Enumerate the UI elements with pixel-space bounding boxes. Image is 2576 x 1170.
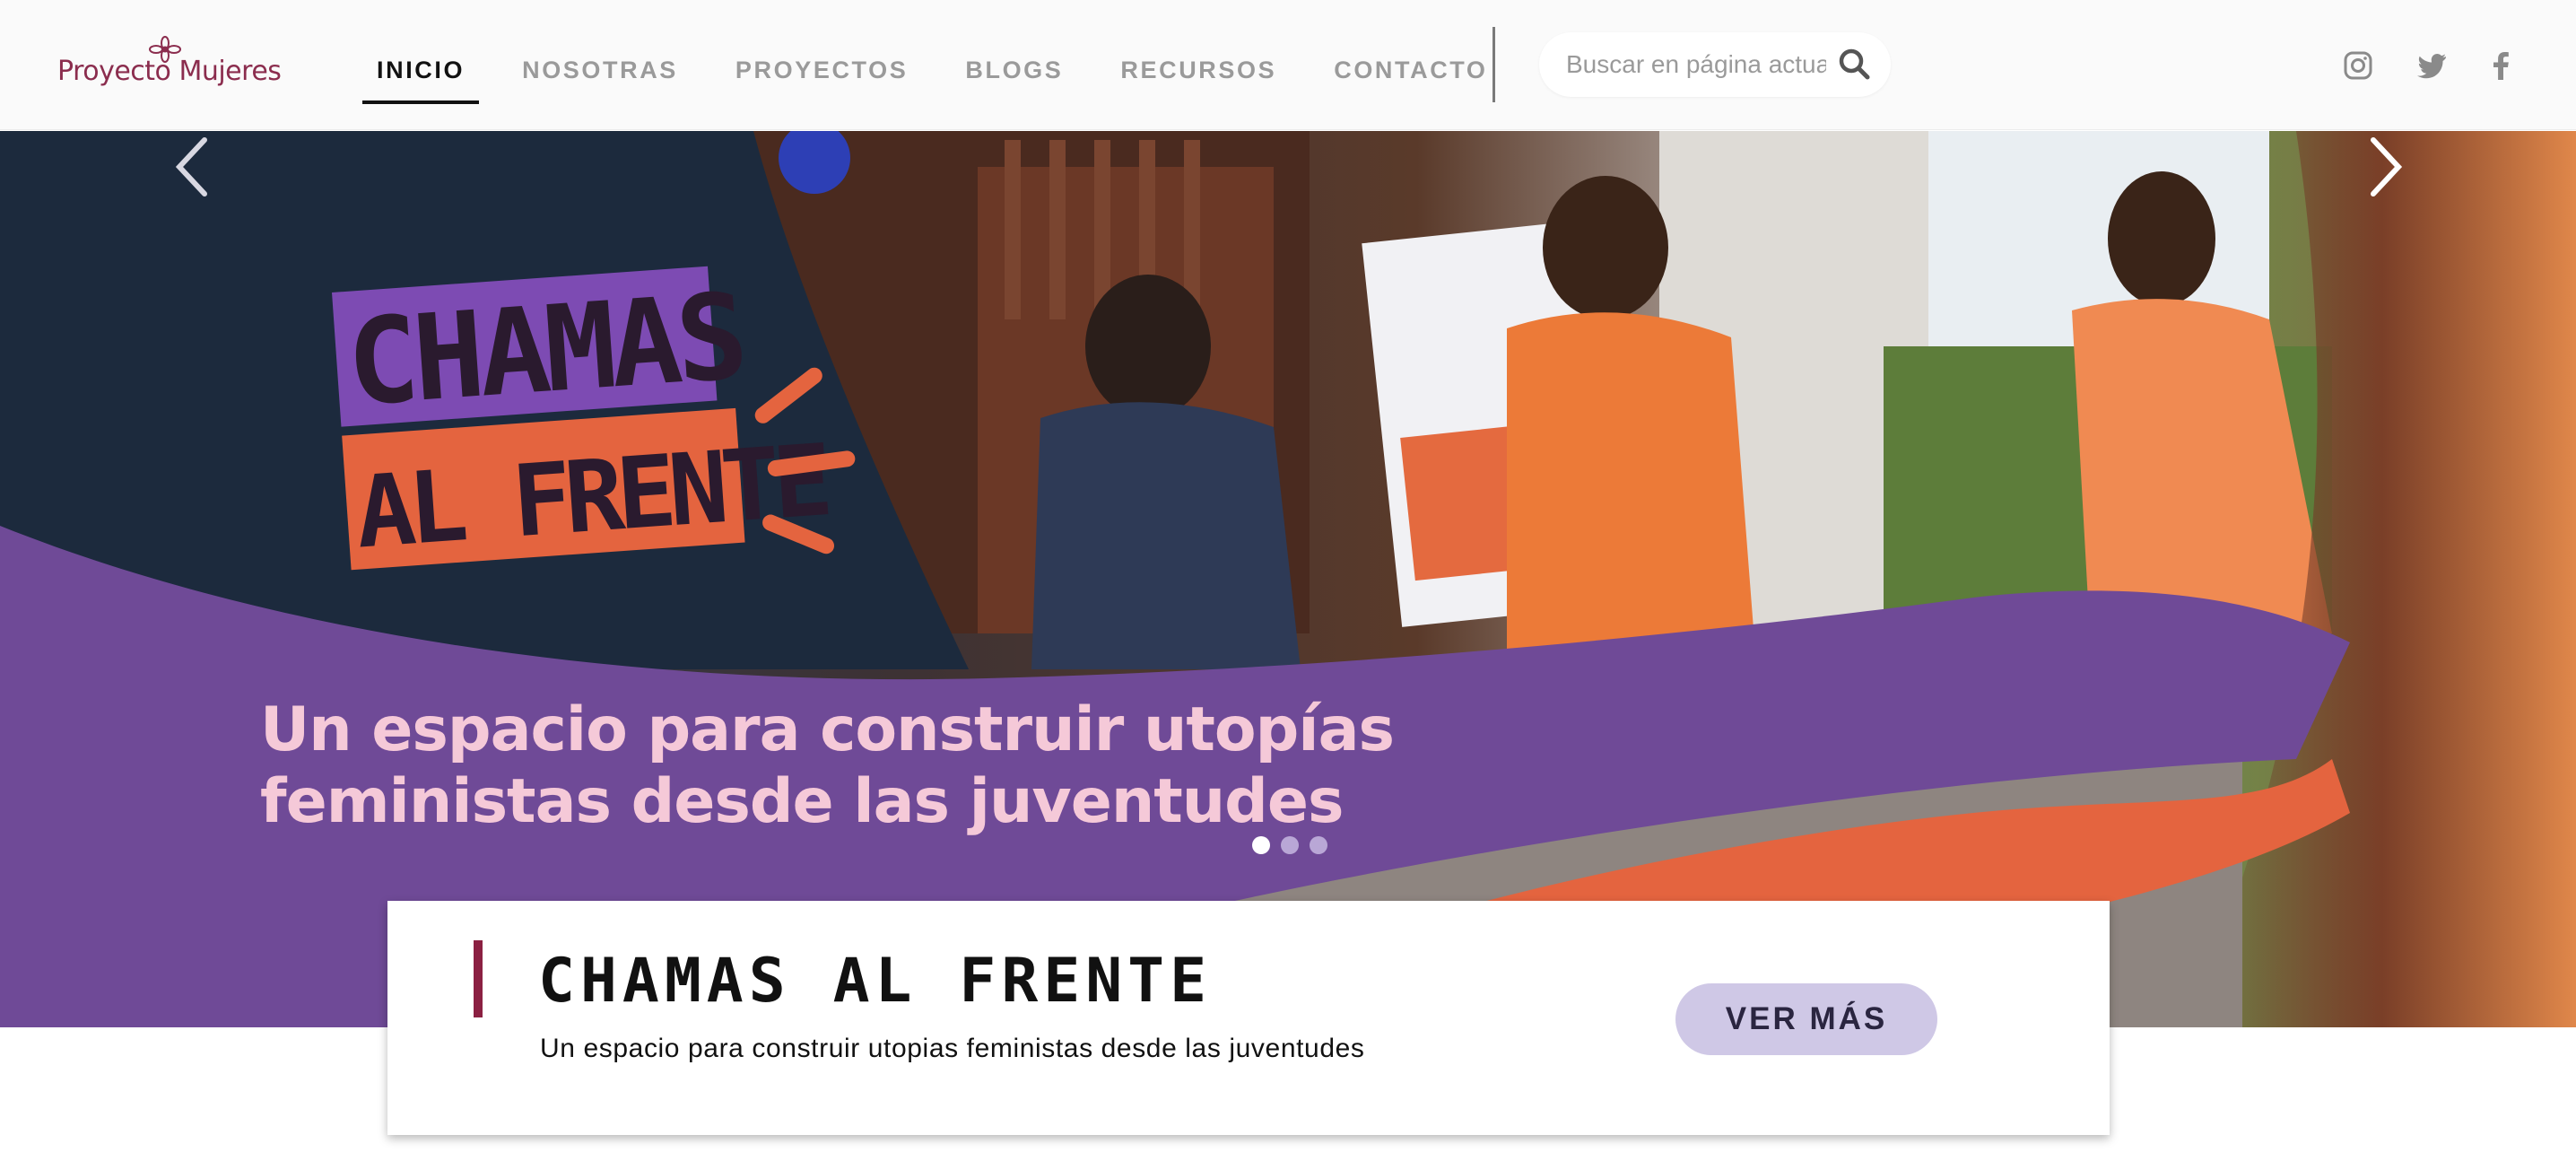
carousel-indicators bbox=[1252, 836, 1327, 854]
site-logo[interactable]: Proyecto Mujeres bbox=[57, 34, 282, 97]
carousel-dot-1[interactable] bbox=[1252, 836, 1270, 854]
search-box bbox=[1539, 32, 1891, 97]
nav-item-blogs[interactable]: BLOGS bbox=[951, 36, 1077, 104]
facebook-icon[interactable] bbox=[2485, 48, 2519, 83]
twitter-icon[interactable] bbox=[2415, 48, 2449, 83]
nav-item-proyectos[interactable]: PROYECTOS bbox=[721, 36, 922, 104]
card-accent-bar bbox=[474, 940, 483, 1017]
nav-item-contacto[interactable]: CONTACTO bbox=[1319, 36, 1501, 104]
hero-headline-line2: feministas desde las juventudes bbox=[260, 766, 1344, 837]
carousel-dot-2[interactable] bbox=[1281, 836, 1299, 854]
search-icon[interactable] bbox=[1837, 47, 1873, 83]
page: Proyecto Mujeres INICIO NOSOTRAS PROYECT… bbox=[0, 0, 2576, 1170]
hero-image: CHAMAS AL FRENTE bbox=[0, 131, 2576, 1027]
nav-divider bbox=[1493, 27, 1495, 102]
ver-mas-button[interactable]: VER MÁS bbox=[1675, 983, 1937, 1055]
hero-headline-line1: Un espacio para construir utopías bbox=[260, 694, 1395, 765]
card-title: CHAMAS AL FRENTE bbox=[538, 946, 1213, 1017]
hero-headline: Un espacio para construir utopías femini… bbox=[260, 694, 1516, 838]
carousel-prev-arrow-icon[interactable] bbox=[167, 131, 221, 203]
card-subtitle: Un espacio para construir utopias femini… bbox=[540, 1034, 1365, 1063]
hero-logo-line1: CHAMAS bbox=[343, 267, 746, 432]
feature-card: CHAMAS AL FRENTE Un espacio para constru… bbox=[387, 901, 2110, 1135]
site-header: Proyecto Mujeres INICIO NOSOTRAS PROYECT… bbox=[0, 0, 2576, 130]
nav-item-inicio[interactable]: INICIO bbox=[362, 36, 480, 104]
hero-carousel: CHAMAS AL FRENTE Un espacio para constru… bbox=[0, 131, 2576, 1027]
nav-item-recursos[interactable]: RECURSOS bbox=[1106, 36, 1291, 104]
carousel-dot-3[interactable] bbox=[1310, 836, 1327, 854]
carousel-next-arrow-icon[interactable] bbox=[2357, 131, 2411, 203]
instagram-icon[interactable] bbox=[2341, 48, 2375, 83]
search-input[interactable] bbox=[1566, 47, 1826, 83]
main-nav: INICIO NOSOTRAS PROYECTOS BLOGS RECURSOS… bbox=[362, 36, 1531, 104]
logo-text: Proyecto Mujeres bbox=[57, 56, 282, 87]
nav-item-nosotras[interactable]: NOSOTRAS bbox=[508, 36, 692, 104]
